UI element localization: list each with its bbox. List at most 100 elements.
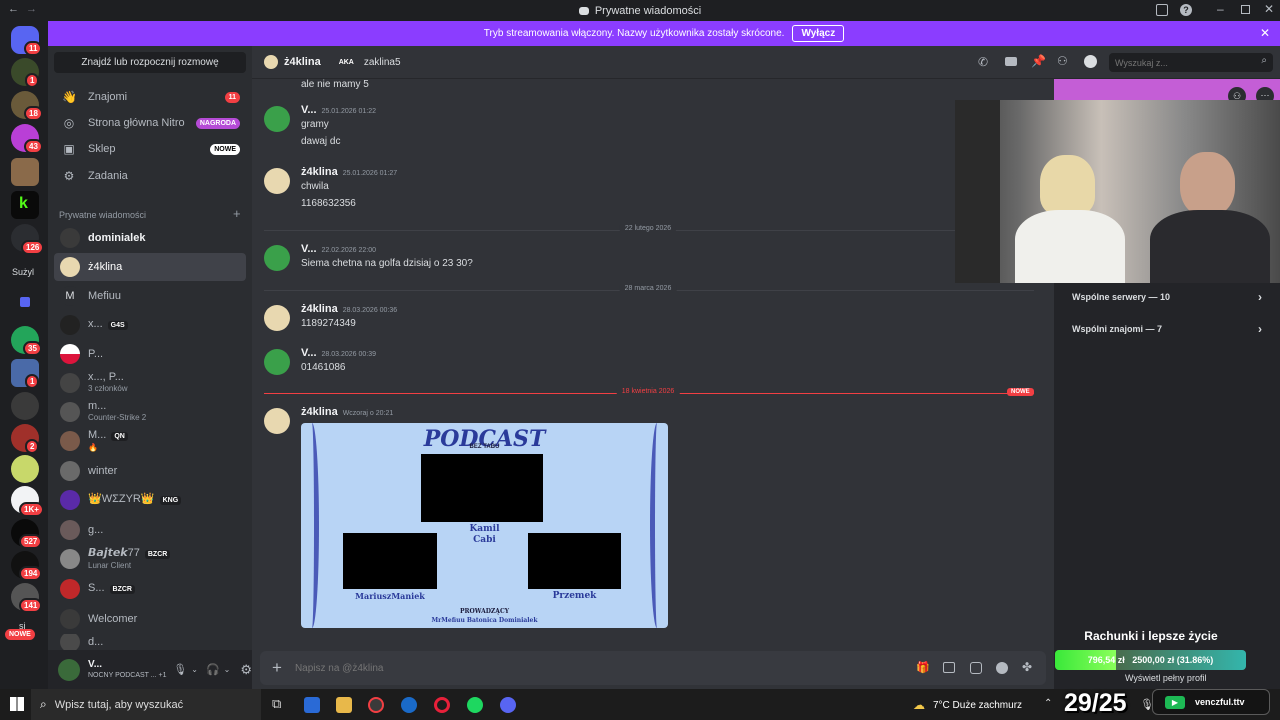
avatar[interactable]	[264, 106, 290, 132]
headphones-icon[interactable]: 🎧	[206, 663, 220, 676]
dm-item[interactable]: M Mefiuu	[54, 282, 246, 310]
image-attachment[interactable]: PODCAST BEZ TABU Kamil Cabi MariuszManie…	[301, 423, 668, 628]
microphone-icon[interactable]: 🎙	[173, 663, 187, 676]
close-banner-icon[interactable]: ✕	[1260, 26, 1270, 40]
taskbar-search[interactable]: ⌕ Wpisz tutaj, aby wyszukać	[31, 689, 261, 720]
server-icon[interactable]: 126	[11, 224, 45, 255]
ccleaner-icon[interactable]	[401, 697, 417, 713]
user-profile-icon[interactable]	[1084, 55, 1097, 68]
task-view-icon[interactable]: ⧉	[272, 696, 281, 712]
help-icon[interactable]: ?	[1180, 4, 1192, 16]
message-author[interactable]: ż4klina	[301, 166, 338, 178]
message-author[interactable]: V...	[301, 347, 317, 359]
emoji-icon[interactable]	[996, 662, 1008, 674]
maximize-icon[interactable]	[1241, 5, 1250, 14]
server-icon[interactable]: 1K+	[11, 486, 44, 517]
window-title: Prywatne wiadomości	[0, 5, 1280, 17]
server-icon[interactable]	[11, 392, 39, 420]
create-dm-icon[interactable]: +	[233, 206, 241, 221]
dm-item[interactable]: M... QN 🔥	[54, 427, 246, 455]
file-explorer-icon[interactable]	[336, 697, 352, 713]
message-author[interactable]: ż4klina	[301, 303, 338, 315]
message-author[interactable]: ż4klina	[301, 406, 338, 418]
nav-friends[interactable]: 👋 Znajomi 11	[54, 84, 246, 110]
add-attachment-icon[interactable]: +	[272, 658, 282, 678]
dm-item[interactable]: 𝘽𝙖𝙟𝙩𝙚𝙠77 BZCR Lunar Client	[54, 545, 246, 573]
view-full-profile-link[interactable]: Wyświetl pełny profil	[1125, 673, 1206, 683]
pin-icon[interactable]: 📌	[1031, 54, 1046, 68]
server-icon[interactable]	[11, 158, 39, 186]
recipient-name[interactable]: ż4klina	[284, 56, 321, 68]
server-icon[interactable]: 194	[11, 551, 43, 581]
disable-streamer-mode-button[interactable]: Wyłącz	[792, 25, 845, 42]
message-input[interactable]	[294, 662, 855, 674]
weather-text[interactable]: 7°C Duże zachmurz	[933, 700, 1022, 711]
apps-icon[interactable]: ✤	[1022, 660, 1032, 674]
server-icon[interactable]: 2	[11, 424, 40, 454]
dm-item[interactable]: 👑WΣZYR👑 KNG	[54, 486, 246, 514]
server-folder-label[interactable]: Sużyl	[12, 267, 34, 277]
search-box[interactable]: ⌕	[1109, 53, 1273, 72]
dm-item[interactable]: g...	[54, 516, 246, 544]
message-author[interactable]: V...	[301, 104, 317, 116]
dm-item[interactable]: d...	[54, 634, 246, 650]
add-friends-icon[interactable]: ⚇	[1057, 54, 1068, 68]
server-label[interactable]: si	[19, 621, 26, 631]
server-icon[interactable]: 35	[11, 326, 42, 356]
user-avatar[interactable]	[58, 658, 80, 681]
windows-start-icon[interactable]	[10, 697, 24, 711]
message-author[interactable]: V...	[301, 243, 317, 255]
opera-icon[interactable]	[434, 697, 450, 713]
server-icon[interactable]: 18	[11, 91, 43, 121]
server-icon[interactable]: 527	[11, 519, 43, 549]
dm-group-item[interactable]: x..., P... 3 członków	[54, 369, 246, 397]
dm-item[interactable]: m... Counter-Strike 2	[54, 398, 246, 426]
avatar[interactable]	[264, 349, 290, 375]
avatar[interactable]	[264, 305, 290, 331]
spotify-icon[interactable]	[467, 697, 483, 713]
dm-name: x..., P...	[88, 371, 124, 383]
mutual-servers-row[interactable]: Wspólne serwery — 10 ›	[1064, 283, 1270, 311]
home-button[interactable]: 11	[11, 26, 43, 56]
folder-icon[interactable]	[20, 297, 30, 307]
server-icon[interactable]: 43	[11, 124, 43, 154]
nav-nitro[interactable]: ◎ Strona główna Nitro NAGRODA	[54, 110, 246, 136]
chevron-down-icon[interactable]: ⌄	[191, 665, 198, 674]
dm-item[interactable]: P...	[54, 340, 246, 368]
voice-call-icon[interactable]: ✆	[978, 55, 988, 69]
search-input[interactable]	[1109, 53, 1239, 72]
gif-icon[interactable]	[943, 662, 955, 673]
find-conversation-button[interactable]: Znajdź lub rozpocznij rozmowę	[54, 52, 246, 73]
dm-item-active[interactable]: ż4klina	[54, 253, 246, 281]
tray-chevron-icon[interactable]: ⌃	[1044, 698, 1052, 709]
kick-server-icon[interactable]: k	[11, 191, 39, 219]
chevron-down-icon[interactable]: ⌄	[224, 665, 231, 674]
sticker-icon[interactable]	[970, 662, 982, 674]
nav-quests[interactable]: ⚙ Zadania	[54, 163, 246, 189]
message-timestamp: Wczoraj o 20:21	[342, 410, 394, 417]
inbox-icon[interactable]	[1156, 4, 1168, 16]
server-icon[interactable]: 1	[11, 58, 40, 88]
settings-gear-icon[interactable]: ⚙	[240, 662, 252, 678]
server-icon[interactable]: 141	[11, 583, 43, 613]
minimize-icon[interactable]: –	[1217, 2, 1224, 16]
obs-icon[interactable]	[368, 697, 384, 713]
mutual-friends-row[interactable]: Wspólni znajomi — 7 ›	[1064, 315, 1270, 343]
server-icon[interactable]: 1	[11, 359, 40, 389]
avatar[interactable]	[264, 168, 290, 194]
dm-item[interactable]: Welcomer	[54, 605, 246, 633]
dm-item[interactable]: dominialek	[54, 224, 246, 252]
nav-shop[interactable]: ▣ Sklep NOWE	[54, 136, 246, 162]
dm-item[interactable]: x... G4S	[54, 311, 246, 339]
date-divider-label: 22 lutego 2026	[619, 225, 677, 232]
avatar[interactable]	[264, 408, 290, 434]
gift-icon[interactable]: 🎁	[916, 661, 930, 674]
dm-item[interactable]: winter	[54, 457, 246, 485]
server-icon[interactable]	[11, 455, 39, 483]
dm-item[interactable]: S... BZCR	[54, 575, 246, 603]
discord-icon[interactable]	[500, 697, 516, 713]
store-icon[interactable]	[304, 697, 320, 713]
close-window-icon[interactable]: ✕	[1264, 2, 1274, 16]
video-call-icon[interactable]	[1005, 57, 1017, 66]
avatar[interactable]	[264, 245, 290, 271]
